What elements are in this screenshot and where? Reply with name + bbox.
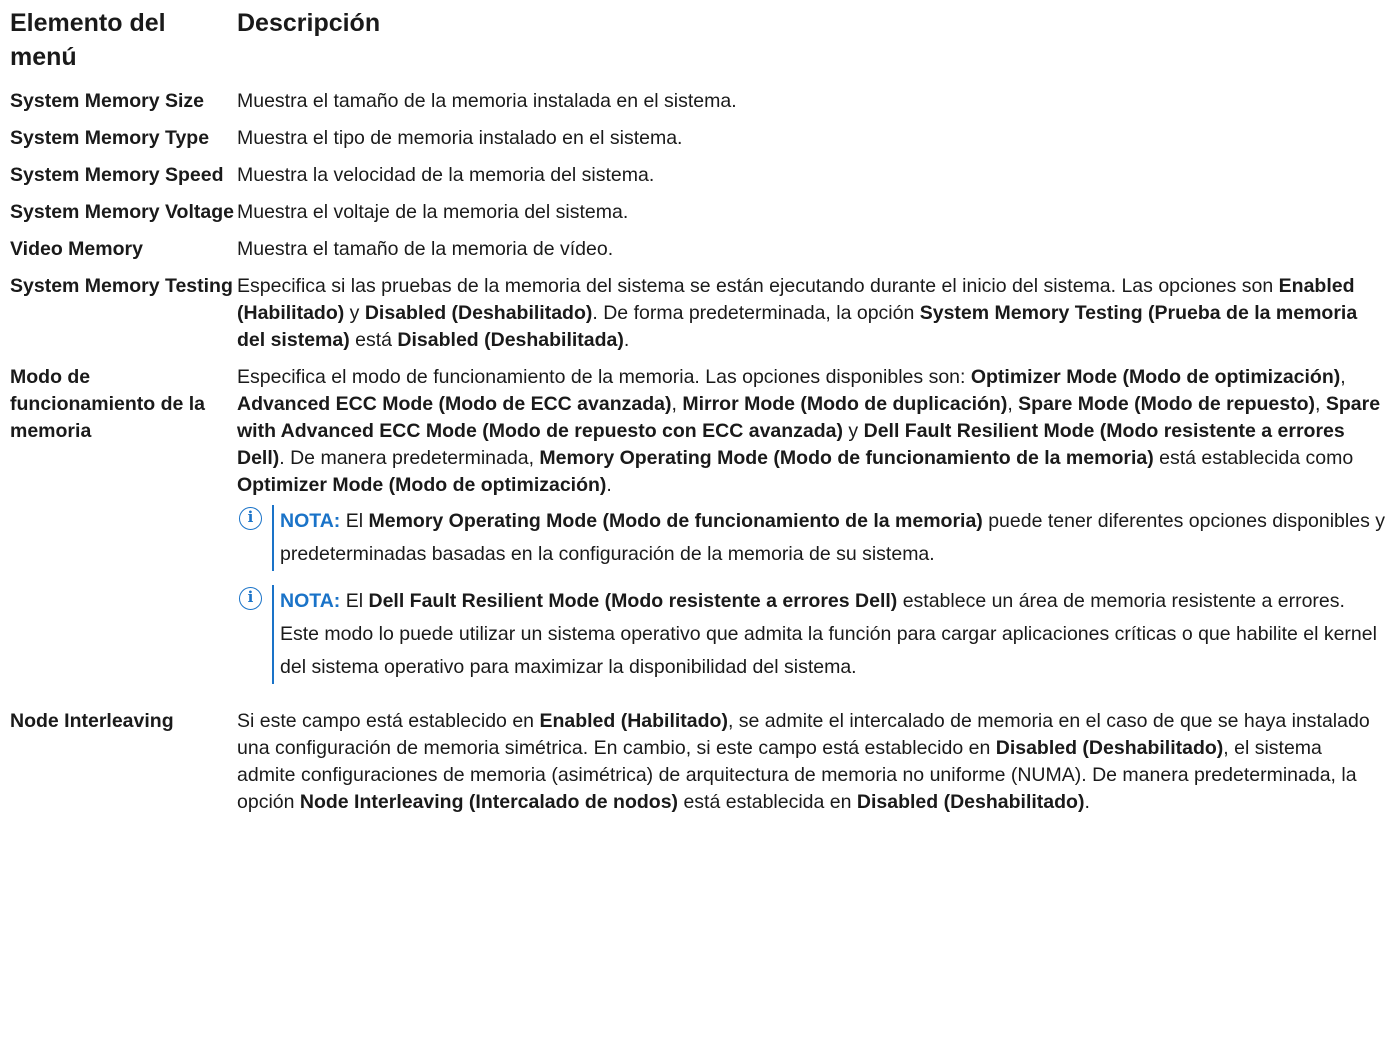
note-operating-mode: i NOTA: El Memory Operating Mode (Modo d… xyxy=(237,505,1385,571)
row-description: Muestra el tamaño de la memoria de vídeo… xyxy=(237,238,614,260)
table-row: System Memory Voltage Muestra el voltaje… xyxy=(10,199,1385,226)
table-row-operating-mode: Modo de funcionamiento de la memoria Esp… xyxy=(10,364,1385,698)
row-description: Muestra el tipo de memoria instalado en … xyxy=(237,127,683,149)
row-label: System Memory Voltage xyxy=(10,201,234,223)
table-row-node-interleaving: Node Interleaving Si este campo está est… xyxy=(10,708,1385,816)
table-row-memory-testing: System Memory Testing Especifica si las … xyxy=(10,273,1385,354)
info-icon: i xyxy=(239,587,262,610)
row-label: Node Interleaving xyxy=(10,710,174,732)
header-menu-item: Elemento del menú xyxy=(10,9,166,71)
row-label: System Memory Size xyxy=(10,90,205,112)
info-icon: i xyxy=(239,507,262,530)
row-description: Especifica si las pruebas de la memoria … xyxy=(237,275,1358,351)
memory-settings-table: Elemento del menú Descripción System Mem… xyxy=(0,0,1395,816)
row-label: Modo de funcionamiento de la memoria xyxy=(10,366,206,442)
operating-mode-text: Especifica el modo de funcionamiento de … xyxy=(237,366,1381,496)
table-row: Video Memory Muestra el tamaño de la mem… xyxy=(10,236,1385,263)
note-fault-resilient: i NOTA: El Dell Fault Resilient Mode (Mo… xyxy=(237,585,1385,684)
row-description: Muestra la velocidad de la memoria del s… xyxy=(237,164,655,186)
row-description: Muestra el voltaje de la memoria del sis… xyxy=(237,201,629,223)
note-text: NOTA: El Dell Fault Resilient Mode (Modo… xyxy=(272,585,1385,684)
row-label: System Memory Testing xyxy=(10,275,233,297)
row-label: System Memory Type xyxy=(10,127,210,149)
row-description: Especifica el modo de funcionamiento de … xyxy=(237,364,1385,698)
row-description: Si este campo está establecido en Enable… xyxy=(237,710,1370,813)
table-row: System Memory Speed Muestra la velocidad… xyxy=(10,162,1385,189)
row-description: Muestra el tamaño de la memoria instalad… xyxy=(237,90,737,112)
row-label: Video Memory xyxy=(10,238,143,260)
table-row: System Memory Size Muestra el tamaño de … xyxy=(10,88,1385,115)
header-description: Descripción xyxy=(237,9,381,37)
table-header: Elemento del menú Descripción xyxy=(10,6,1385,74)
table-row: System Memory Type Muestra el tipo de me… xyxy=(10,125,1385,152)
note-text: NOTA: El Memory Operating Mode (Modo de … xyxy=(272,505,1385,571)
row-label: System Memory Speed xyxy=(10,164,224,186)
